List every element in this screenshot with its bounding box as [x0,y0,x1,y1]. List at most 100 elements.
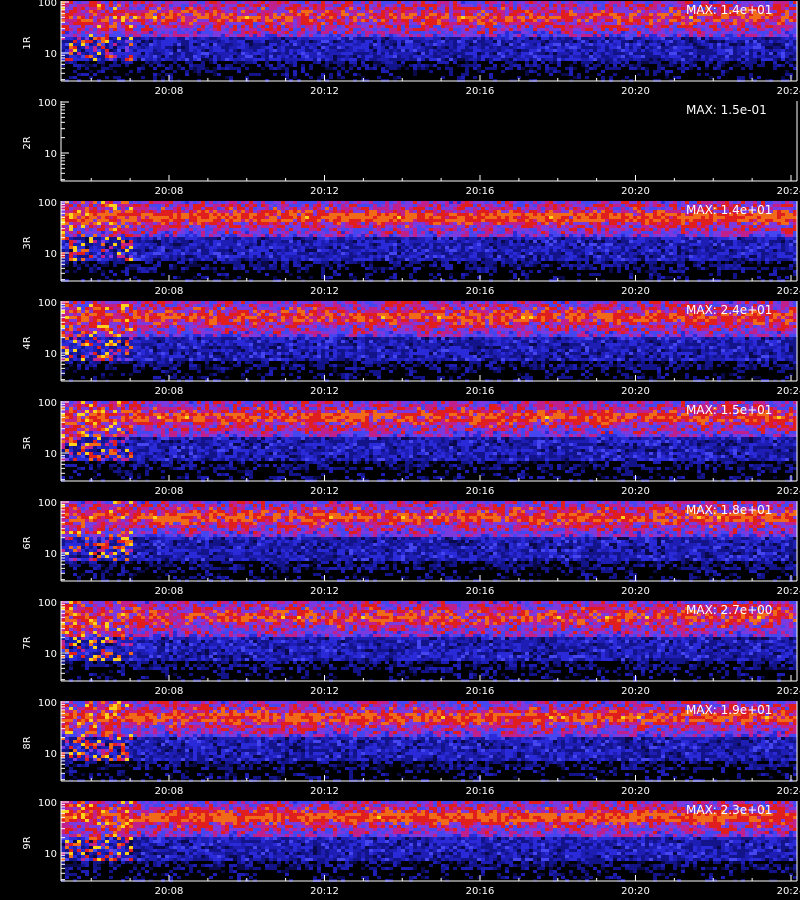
heatmap-cell [665,7,669,10]
heatmap-cell [409,22,413,25]
heatmap-cell [701,25,705,28]
heatmap-cell [617,67,621,70]
heatmap-cell [413,16,417,19]
heatmap-cell [113,234,117,237]
heatmap-cell [557,46,561,49]
heatmap-cell [137,258,141,261]
heatmap-cell [497,7,501,10]
heatmap-cell [89,19,93,22]
heatmap-cell [141,40,145,43]
heatmap-cell [597,73,601,76]
heatmap-cell [485,46,489,49]
heatmap-cell [81,234,85,237]
heatmap-cell [749,49,753,52]
heatmap-cell [785,34,789,37]
heatmap-cell [161,249,165,252]
heatmap-cell [773,64,777,67]
heatmap-cell [173,70,177,73]
heatmap-cell [789,1,793,4]
heatmap-cell [681,16,685,19]
heatmap-cell [257,73,261,76]
heatmap-cell [149,228,153,231]
heatmap-cell [277,7,281,10]
heatmap-cell [565,37,569,40]
heatmap-cell [77,73,81,76]
heatmap-cell [761,22,765,25]
heatmap-cell [345,10,349,13]
heatmap-cell [381,55,385,58]
heatmap-cell [197,40,201,43]
heatmap-cell [285,16,289,19]
heatmap-cell [301,7,305,10]
heatmap-cell [317,4,321,7]
heatmap-cell [321,31,325,34]
heatmap-cell [153,73,157,76]
heatmap-cell [281,25,285,28]
heatmap-cell [701,34,705,37]
heatmap-cell [93,270,97,273]
heatmap-cell [425,28,429,31]
heatmap-cell [777,22,781,25]
heatmap-cell [621,13,625,16]
heatmap-cell [517,52,521,55]
heatmap-cell [81,52,85,55]
heatmap-cell [393,1,397,4]
heatmap-cell [257,22,261,25]
heatmap-cell [401,34,405,37]
heatmap-cell [317,10,321,13]
heatmap-cell [433,52,437,55]
heatmap-cell [393,28,397,31]
heatmap-cell [125,40,129,43]
heatmap-cell [189,64,193,67]
heatmap-cell [65,210,69,213]
heatmap-cell [317,55,321,58]
heatmap-cell [553,10,557,13]
heatmap-cell [393,76,397,79]
heatmap-cell [133,234,137,237]
heatmap-cell [65,40,69,43]
heatmap-cell [121,10,125,13]
heatmap-cell [677,34,681,37]
heatmap-cell [333,52,337,55]
heatmap-cell [269,64,273,67]
heatmap-cell [209,61,213,64]
heatmap-cell [69,240,73,243]
heatmap-cell [629,22,633,25]
heatmap-cell [345,58,349,61]
heatmap-cell [465,34,469,37]
heatmap-cell [93,40,97,43]
heatmap-cell [529,28,533,31]
heatmap-cell [153,49,157,52]
heatmap-cell [629,40,633,43]
heatmap-cell [349,16,353,19]
heatmap-cell [477,13,481,16]
heatmap-cell [353,58,357,61]
heatmap-cell [245,43,249,46]
heatmap-cell [401,4,405,7]
heatmap-cell [309,16,313,19]
heatmap-cell [585,28,589,31]
heatmap-cell [273,16,277,19]
heatmap-cell [681,13,685,16]
heatmap-cell [393,67,397,70]
heatmap-cell [697,46,701,49]
heatmap-cell [665,31,669,34]
heatmap-cell [473,40,477,43]
heatmap-cell [161,25,165,28]
heatmap-cell [341,34,345,37]
heatmap-cell [385,49,389,52]
heatmap-cell [73,40,77,43]
heatmap-cell [289,43,293,46]
heatmap-cell [761,58,765,61]
heatmap-cell [85,243,89,246]
heatmap-cell [525,43,529,46]
heatmap-cell [493,25,497,28]
heatmap-cell [553,49,557,52]
heatmap-cell [109,22,113,25]
heatmap-cell [553,46,557,49]
heatmap-cell [165,201,169,204]
heatmap-cell [129,55,133,58]
heatmap-cell [581,55,585,58]
heatmap-cell [285,7,289,10]
heatmap-cell [529,10,533,13]
